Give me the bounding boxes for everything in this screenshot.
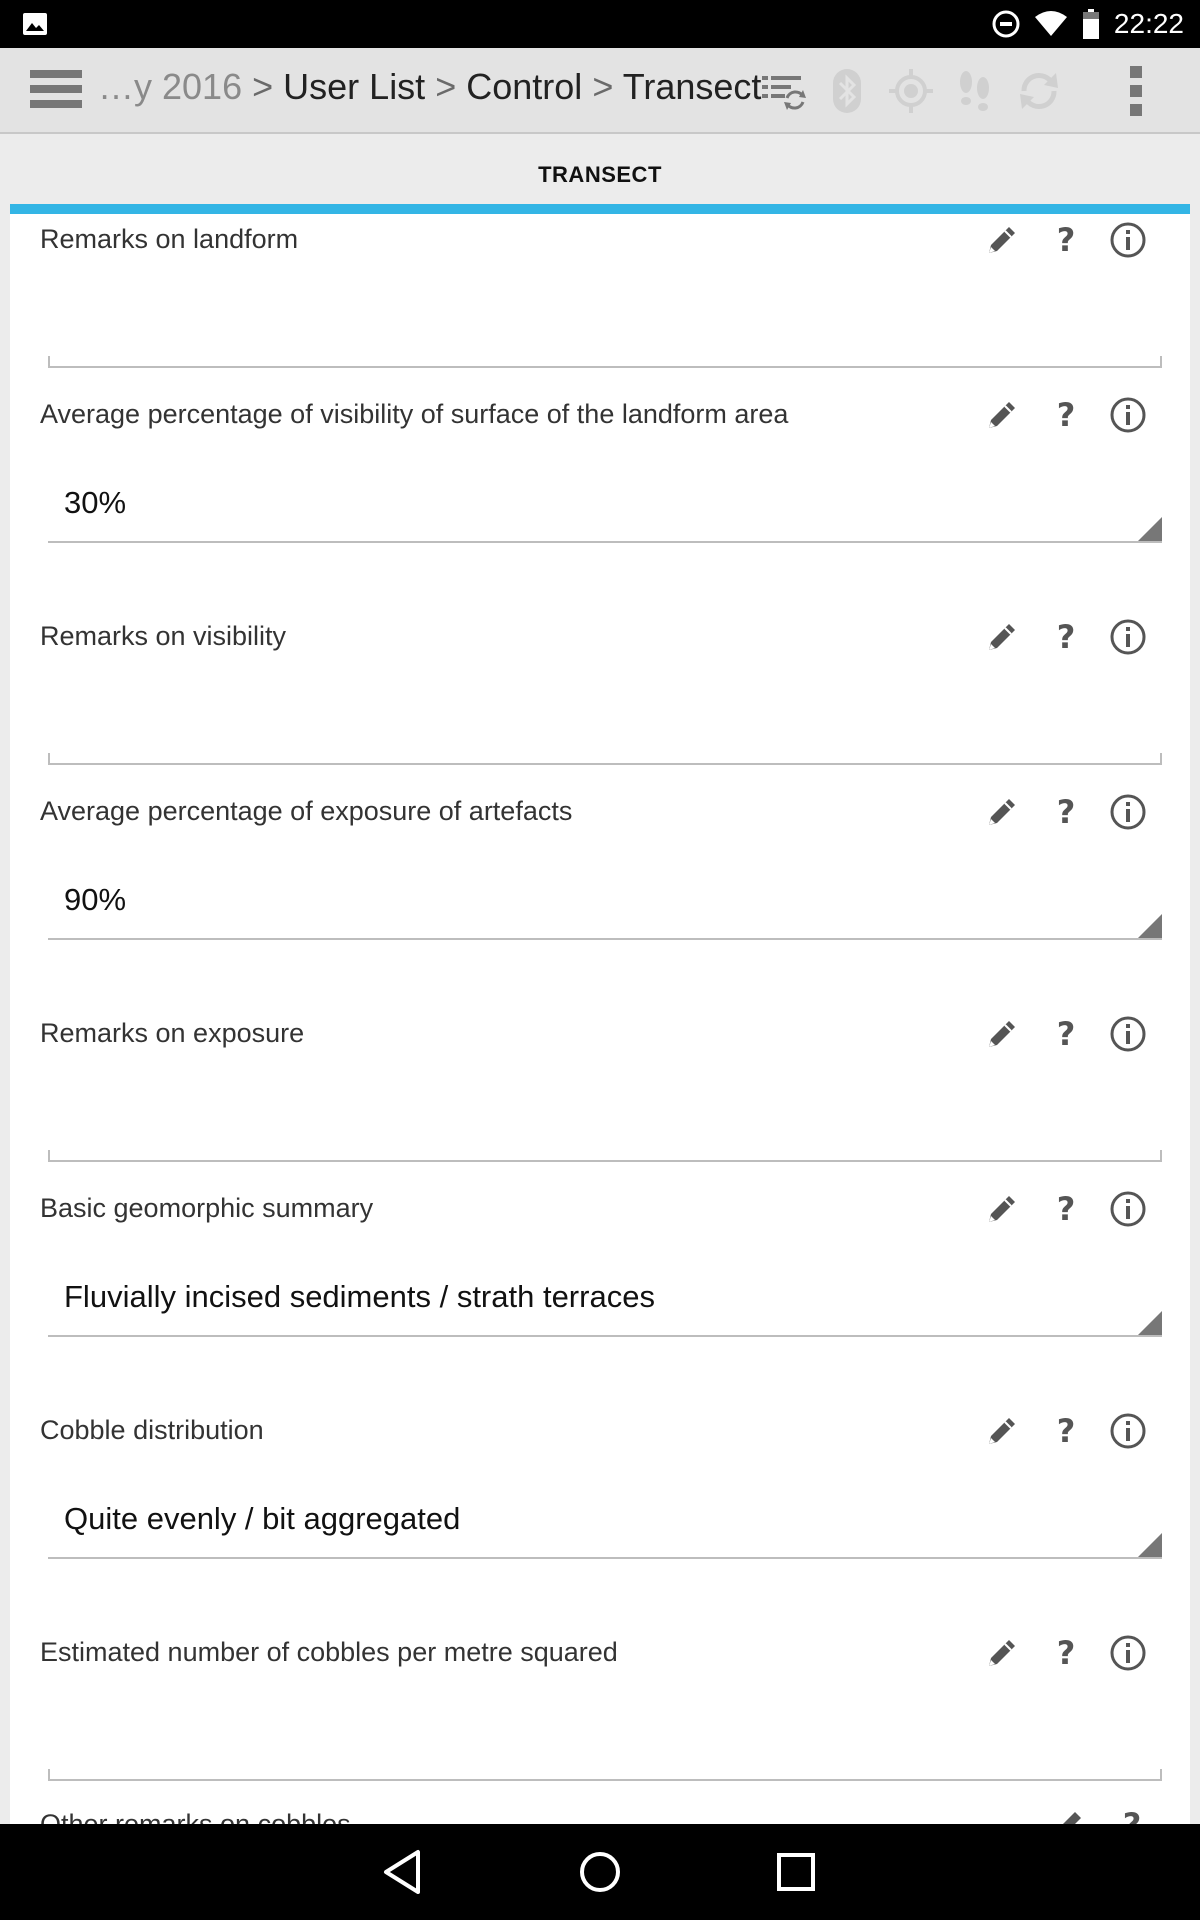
tab-indicator — [10, 204, 1190, 214]
field-label: Remarks on visibility — [40, 621, 287, 651]
action-bar: …y 2016 > User List > Control > Transect — [0, 48, 1200, 134]
pencil-icon[interactable] — [980, 615, 1024, 659]
pencil-icon[interactable] — [980, 1409, 1024, 1453]
help-icon[interactable]: ? — [1044, 1187, 1088, 1231]
field-value: Quite evenly / bit aggregated — [64, 1501, 461, 1536]
breadcrumb-separator: > — [435, 66, 457, 107]
dropdown-corner-icon — [1138, 517, 1162, 541]
recents-icon[interactable] — [770, 1846, 822, 1898]
cobbles-per-metre-input[interactable] — [48, 1709, 1162, 1781]
remarks-on-exposure-input[interactable] — [48, 1090, 1162, 1162]
field-value: Fluvially incised sediments / strath ter… — [64, 1279, 655, 1314]
remarks-on-landform-input[interactable] — [48, 296, 1162, 368]
field-label: Remarks on exposure — [40, 1018, 305, 1048]
help-icon[interactable]: ? — [1044, 1012, 1088, 1056]
dropdown-corner-icon — [1138, 1533, 1162, 1557]
pencil-icon[interactable] — [980, 1187, 1024, 1231]
form-content[interactable]: Remarks on landform ? Average percentage… — [10, 214, 1190, 1824]
pencil-icon[interactable] — [980, 393, 1024, 437]
pencil-icon[interactable] — [980, 1012, 1024, 1056]
geomorphic-summary-dropdown[interactable]: Fluvially incised sediments / strath ter… — [48, 1265, 1162, 1337]
help-icon[interactable]: ? — [1044, 393, 1088, 437]
info-icon[interactable] — [1106, 218, 1150, 262]
tab-transect[interactable]: TRANSECT — [0, 162, 1200, 188]
help-icon[interactable]: ? — [1044, 1631, 1088, 1675]
tab-header: TRANSECT — [0, 134, 1200, 214]
menu-icon[interactable] — [30, 70, 82, 112]
sync-list-icon[interactable] — [760, 68, 806, 114]
breadcrumb-transect: Transect — [622, 66, 762, 107]
battery-icon — [1082, 9, 1099, 39]
field-label: Average percentage of visibility of surf… — [40, 399, 789, 429]
overflow-menu-icon[interactable] — [1126, 66, 1146, 120]
field-label: Other remarks on cobbles — [40, 1809, 351, 1824]
help-icon[interactable]: ? — [1044, 218, 1088, 262]
info-icon[interactable] — [1106, 790, 1150, 834]
field-label: Cobble distribution — [40, 1415, 264, 1445]
field-value: 30% — [64, 485, 127, 520]
info-icon[interactable] — [1106, 1187, 1150, 1231]
help-icon[interactable]: ? — [1044, 615, 1088, 659]
pencil-icon[interactable] — [980, 1631, 1024, 1675]
back-icon[interactable] — [378, 1846, 430, 1898]
field-value: 90% — [64, 882, 127, 917]
info-icon[interactable] — [1106, 615, 1150, 659]
info-icon[interactable] — [1106, 393, 1150, 437]
pencil-icon[interactable] — [980, 790, 1024, 834]
home-icon[interactable] — [574, 1846, 626, 1898]
dropdown-corner-icon — [1138, 1311, 1162, 1335]
info-icon[interactable] — [1106, 1409, 1150, 1453]
breadcrumb: …y 2016 > User List > Control > Transect — [98, 66, 761, 108]
footsteps-icon[interactable] — [952, 68, 998, 114]
bluetooth-icon[interactable] — [824, 68, 870, 114]
pencil-icon[interactable] — [1046, 1803, 1090, 1824]
cobble-distribution-dropdown[interactable]: Quite evenly / bit aggregated — [48, 1487, 1162, 1559]
breadcrumb-user-list[interactable]: User List — [283, 66, 425, 107]
field-label: Estimated number of cobbles per metre sq… — [40, 1637, 618, 1667]
breadcrumb-separator: > — [252, 66, 274, 107]
help-icon[interactable]: ? — [1110, 1803, 1154, 1824]
breadcrumb-muted[interactable]: …y 2016 — [98, 66, 242, 107]
status-bar: 22:22 — [0, 0, 1200, 48]
pencil-icon[interactable] — [980, 218, 1024, 262]
do-not-disturb-icon — [992, 10, 1020, 38]
field-label: Remarks on landform — [40, 224, 299, 254]
breadcrumb-separator: > — [592, 66, 614, 107]
info-icon[interactable] — [1106, 1012, 1150, 1056]
navigation-bar — [0, 1824, 1200, 1920]
gps-icon[interactable] — [888, 68, 934, 114]
field-label: Average percentage of exposure of artefa… — [40, 796, 573, 826]
field-label: Basic geomorphic summary — [40, 1193, 374, 1223]
help-icon[interactable]: ? — [1044, 1409, 1088, 1453]
info-icon[interactable] — [1106, 1631, 1150, 1675]
exposure-percentage-dropdown[interactable]: 90% — [48, 868, 1162, 940]
help-icon[interactable]: ? — [1044, 790, 1088, 834]
breadcrumb-control[interactable]: Control — [466, 66, 582, 107]
dropdown-corner-icon — [1138, 914, 1162, 938]
image-notification-icon — [23, 13, 47, 35]
status-time: 22:22 — [1113, 8, 1184, 39]
remarks-on-visibility-input[interactable] — [48, 693, 1162, 765]
refresh-icon[interactable] — [1016, 68, 1062, 114]
visibility-percentage-dropdown[interactable]: 30% — [48, 471, 1162, 543]
wifi-icon — [1034, 11, 1067, 36]
